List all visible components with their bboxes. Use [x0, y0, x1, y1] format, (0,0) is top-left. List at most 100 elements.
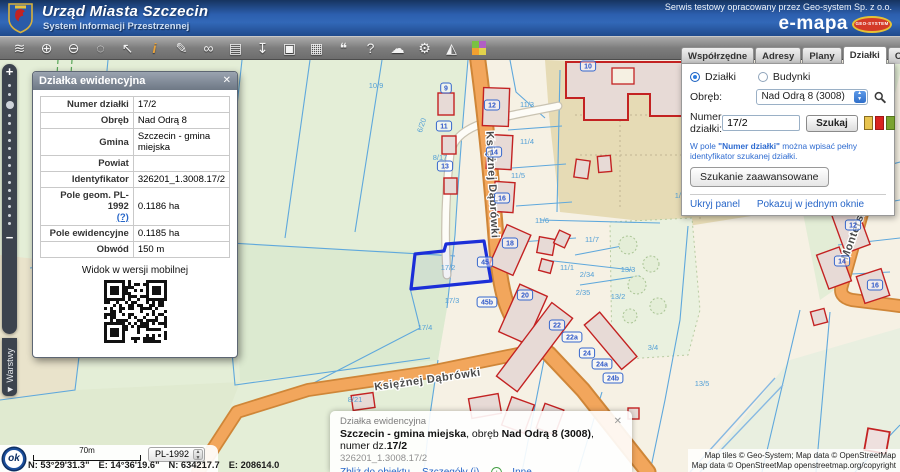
copy-window-icon[interactable]: ▣	[276, 37, 303, 59]
legend-colors-icon[interactable]	[472, 41, 486, 55]
address-number-label: 24a	[596, 362, 608, 369]
parcel-popup-titlebar: ✕ Działka ewidencyjna	[33, 72, 237, 90]
select-area-icon[interactable]: ◌	[87, 37, 114, 59]
settings-icon[interactable]: ⚙	[411, 37, 438, 59]
address-number-label: 11	[440, 124, 448, 131]
print-icon[interactable]: ▤	[222, 37, 249, 59]
zoom-out-icon[interactable]: ⊖	[60, 37, 87, 59]
obreb-label: Obręb:	[690, 91, 756, 103]
search-icon[interactable]	[874, 91, 886, 104]
map-zoom-control[interactable]: + −	[2, 64, 17, 334]
parcel-number-label: 11/6	[535, 216, 549, 225]
north-arrow-icon[interactable]: ◭	[438, 37, 465, 59]
parcel-row: Pole geom. PL-1992(?)0.1186 ha	[41, 188, 230, 226]
coords-readout: N: 53°29'31.3"E: 14°36'19.6"N: 634217.7E…	[28, 460, 288, 470]
select-stepper-icon: ▲▼	[854, 91, 866, 103]
parcel-row: Identyfikator326201_1.3008.17/2	[41, 172, 230, 188]
result-links: Zbliż do obiektu Szczegóły (i) + Inne	[340, 467, 622, 472]
help-icon[interactable]: ?	[357, 37, 384, 59]
cloud-upload-icon[interactable]: ☁	[384, 37, 411, 59]
city-crest-logo	[7, 2, 34, 34]
attribution-line1: Map tiles © Geo-System; Map data © OpenS…	[692, 451, 896, 461]
layers-panel-tab[interactable]: ▼ Warstwy	[2, 338, 17, 396]
szukaj-button[interactable]: Szukaj	[806, 115, 858, 132]
address-number-label: 16	[498, 196, 506, 203]
street-view-icon[interactable]: ↧	[249, 37, 276, 59]
address-number-label: 22a	[566, 335, 578, 342]
parcel-number-label: 17/3	[445, 296, 460, 305]
parcel-row: Pole ewidencyjne0.1185 ha	[41, 226, 230, 242]
link-icon[interactable]: ∞	[195, 37, 222, 59]
parcel-number-label: 2/34	[580, 270, 595, 279]
status-bar: ok 70m PL-1992 ▲▼ N: 53°29'31.3"E: 14°36…	[0, 445, 218, 472]
address-number-label: 10	[584, 64, 592, 71]
panel-tabs: WspółrzędneAdresyPlanyDziałkiObiekty✕	[681, 46, 895, 64]
numer-dzialki-input[interactable]	[722, 115, 800, 131]
qr-code	[104, 280, 167, 343]
parcel-number-label: 13/2	[611, 292, 626, 301]
parcel-number-label: 8/21	[348, 395, 363, 404]
color-swatches[interactable]	[864, 116, 897, 130]
tab-plany[interactable]: Plany	[802, 47, 841, 64]
attribution-line2[interactable]: Map data © OpenStreetMap openstreetmap.o…	[692, 461, 896, 471]
layers-icon[interactable]: ≋	[6, 37, 33, 59]
address-number-label: 45b	[481, 300, 493, 307]
header: Urząd Miasta Szczecin System Informacji …	[0, 0, 900, 36]
parcel-number-label: 13/5	[695, 379, 710, 388]
parcel-row: ObrębNad Odrą 8	[41, 113, 230, 129]
parcel-number-label: 10/9	[369, 81, 384, 90]
mobile-version-link[interactable]: Widok w wersji mobilnej	[40, 265, 230, 276]
obreb-select[interactable]: Nad Odrą 8 (3008) ▲▼	[756, 89, 867, 105]
parcel-row: Powiat	[41, 156, 230, 172]
radio-dot-icon	[690, 72, 700, 82]
tab-adresy[interactable]: Adresy	[755, 47, 801, 64]
tab-obiekty[interactable]: Obiekty	[888, 47, 900, 64]
address-number-label: 13	[441, 164, 449, 171]
scale-label: 70m	[33, 446, 141, 455]
info-icon[interactable]: i	[141, 37, 168, 59]
measure-icon[interactable]: ✎	[168, 37, 195, 59]
parcel-number-label: 11/4	[520, 137, 534, 146]
address-number-label: 22	[553, 323, 561, 330]
hide-panel-link[interactable]: Ukryj panel	[690, 199, 740, 210]
crs-stepper-icon: ▲▼	[193, 449, 203, 460]
search-panel: WspółrzędneAdresyPlanyDziałkiObiekty✕ Dz…	[681, 46, 895, 216]
field-help-link[interactable]: (?)	[117, 212, 129, 223]
zoom-to-object-link[interactable]: Zbliż do obiektu	[340, 467, 410, 472]
parcel-number-label: 11/7	[585, 235, 599, 244]
details-link[interactable]: Szczegóły (i)	[422, 467, 479, 472]
zoom-in-button[interactable]: +	[2, 64, 17, 79]
app-subtitle: System Informacji Przestrzennej	[43, 21, 189, 32]
address-number-label: 9	[444, 86, 448, 93]
pointer-icon[interactable]: ↖	[114, 37, 141, 59]
close-icon[interactable]: ✕	[223, 72, 231, 90]
service-note: Serwis testowy opracowany przez Geo-syst…	[665, 2, 892, 12]
layout-icon[interactable]: ▦	[303, 37, 330, 59]
result-title: Działka ewidencyjna	[340, 416, 622, 427]
result-popup: ✕ Działka ewidencyjna Szczecin - gmina m…	[330, 411, 632, 472]
zoom-in-icon[interactable]: ⊕	[33, 37, 60, 59]
result-main-line: Szczecin - gmina miejska, obręb Nad Odrą…	[340, 428, 622, 452]
address-number-label: 45	[481, 260, 489, 267]
tab-współrzędne[interactable]: Współrzędne	[681, 47, 754, 64]
zoom-out-button[interactable]: −	[2, 230, 17, 245]
zoom-slider[interactable]	[2, 84, 17, 225]
ok-button[interactable]: ok	[3, 448, 25, 470]
single-window-link[interactable]: Pokazuj w jednym oknie	[757, 199, 864, 210]
geo-system-logo: GEO-SYSTEM	[852, 16, 892, 33]
other-link[interactable]: Inne	[512, 467, 531, 472]
add-icon[interactable]: +	[491, 467, 502, 472]
parcel-number-label: 13/3	[621, 265, 636, 274]
tab-działki[interactable]: Działki	[843, 46, 887, 64]
result-close-icon[interactable]: ✕	[614, 416, 622, 427]
address-number-label: 14	[490, 150, 498, 157]
parcel-number-label: 3/4	[648, 343, 658, 352]
parcel-number-label: 17/2	[441, 263, 456, 272]
address-number-label: 12	[488, 103, 496, 110]
comment-icon[interactable]: ❝	[330, 37, 357, 59]
advanced-search-button[interactable]: Szukanie zaawansowane	[690, 167, 829, 187]
radio-budynki[interactable]: Budynki	[758, 71, 810, 83]
result-identifier: 326201_1.3008.17/2	[340, 453, 622, 464]
address-number-label: 18	[506, 241, 514, 248]
radio-dzialki[interactable]: Działki	[690, 71, 736, 83]
